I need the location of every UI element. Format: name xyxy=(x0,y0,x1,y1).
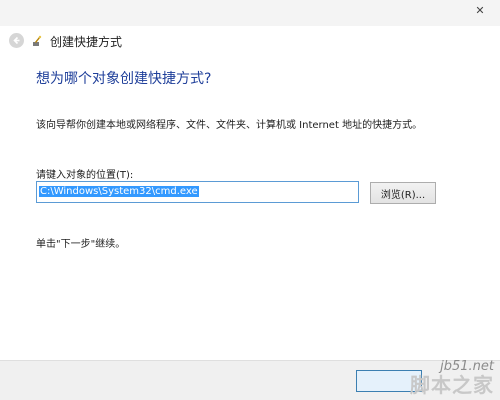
wizard-title: 创建快捷方式 xyxy=(50,35,123,49)
shortcut-wizard-icon xyxy=(33,35,42,46)
watermark-site: jb51.net xyxy=(440,358,494,374)
title-bar: ✕ xyxy=(0,0,500,26)
back-arrow-icon xyxy=(13,36,20,45)
close-icon: ✕ xyxy=(475,3,485,17)
watermark-name: 脚本之家 xyxy=(410,373,494,397)
location-label: 请键入对象的位置(T): xyxy=(36,170,134,181)
wizard-nav-bar: 创建快捷方式 xyxy=(0,26,500,56)
wizard-description: 该向导帮你创建本地或网络程序、文件、文件夹、计算机或 Internet 地址的快… xyxy=(36,120,423,131)
back-button[interactable] xyxy=(9,33,24,48)
page-heading: 想为哪个对象创建快捷方式? xyxy=(36,71,212,87)
site-watermark: jb51.net 脚本之家 xyxy=(410,358,494,397)
location-input[interactable]: C:\Windows\System32\cmd.exe xyxy=(36,181,359,203)
create-shortcut-window: ✕ 创建快捷方式 想为哪个对象创建快捷方式? 该向导帮你创建本地或网络程序、文件… xyxy=(0,0,500,400)
close-button[interactable]: ✕ xyxy=(464,0,496,20)
browse-button[interactable]: 浏览(R)... xyxy=(370,182,436,204)
next-hint: 单击"下一步"继续。 xyxy=(36,239,126,250)
location-input-value: C:\Windows\System32\cmd.exe xyxy=(39,186,199,197)
